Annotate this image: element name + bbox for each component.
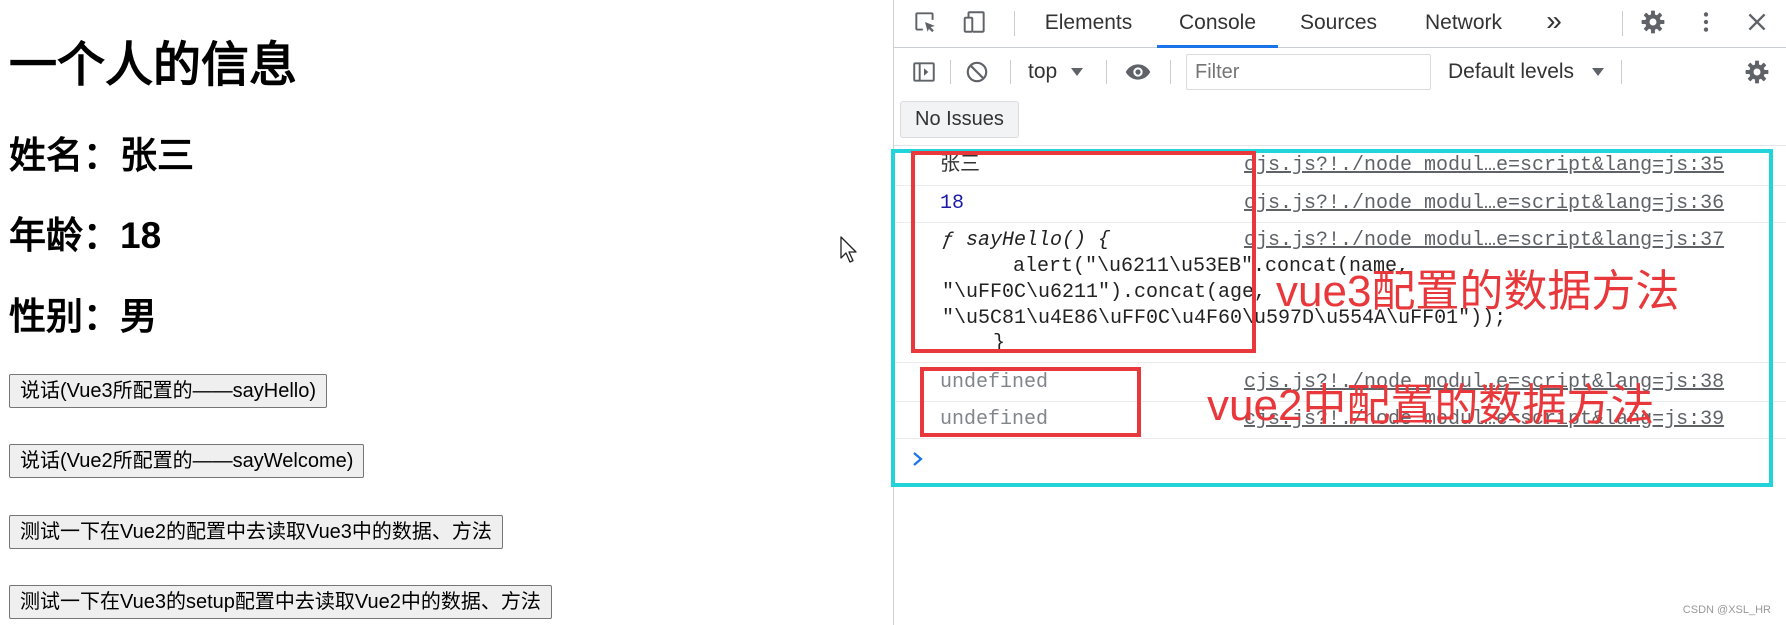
source-link[interactable]: cjs.js?!./node_modul…e=script&lang=js:36	[1244, 191, 1724, 217]
chevron-down-icon	[1071, 67, 1083, 77]
console-message-text: 张三	[940, 154, 980, 177]
console-message-text: 18	[940, 192, 965, 215]
toolbar-separator	[1106, 60, 1107, 84]
toolbar-separator	[1170, 60, 1171, 84]
field-value: 张三	[120, 135, 194, 176]
function-signature[interactable]: ƒ sayHello() {	[942, 228, 1110, 254]
web-page-content: 一个人的信息 姓名：张三 年龄：18 性别：男 说话(Vue3所配置的——say…	[0, 0, 893, 625]
devtools-panel: Elements Console Sources Network » top F…	[894, 0, 1786, 625]
console-messages: 张三 cjs.js?!./node_modul…e=script&lang=js…	[894, 146, 1786, 625]
console-message-row: ƒ sayHello() { alert("\u6211\u53EB".conc…	[894, 223, 1786, 363]
source-link[interactable]: cjs.js?!./node_modul…e=script&lang=js:35	[1244, 153, 1724, 179]
field-label: 姓名：	[9, 135, 120, 176]
console-message-text: undefined	[940, 371, 1049, 394]
console-message-row: undefined cjs.js?!./node_modul…e=script&…	[894, 363, 1786, 402]
field-label: 性别：	[9, 296, 120, 337]
context-selector[interactable]: top	[1022, 56, 1092, 88]
say-hello-vue3-button[interactable]: 说话(Vue3所配置的——sayHello)	[9, 374, 327, 408]
age-field: 年龄：18	[9, 215, 161, 257]
chevron-down-icon	[1592, 67, 1604, 77]
say-welcome-vue2-button[interactable]: 说话(Vue2所配置的——sayWelcome)	[9, 444, 365, 478]
test-vue2-read-vue3-button[interactable]: 测试一下在Vue2的配置中去读取Vue3中的数据、方法	[9, 515, 503, 549]
console-message-row: 张三 cjs.js?!./node_modul…e=script&lang=js…	[894, 146, 1786, 186]
gender-field: 性别：男	[9, 296, 157, 338]
field-value: 18	[120, 215, 162, 256]
clear-console-icon[interactable]	[964, 59, 990, 85]
tab-console[interactable]: Console	[1157, 0, 1278, 48]
tab-network[interactable]: Network	[1401, 0, 1526, 47]
page-heading: 一个人的信息	[9, 39, 298, 92]
sidebar-toggle-icon[interactable]	[911, 59, 937, 85]
console-message-row: 18 cjs.js?!./node_modul…e=script&lang=js…	[894, 186, 1786, 223]
field-label: 年龄：	[9, 215, 120, 256]
function-body-line: alert("\u6211\u53EB".concat(name,	[1013, 255, 1410, 278]
console-message-text: undefined	[940, 408, 1049, 431]
log-levels-dropdown[interactable]: Default levels	[1442, 56, 1612, 88]
live-expression-eye-icon[interactable]	[1124, 58, 1152, 86]
log-levels-label: Default levels	[1448, 60, 1575, 83]
prompt-chevron-icon	[912, 451, 924, 467]
settings-gear-icon[interactable]	[1640, 9, 1666, 35]
console-toolbar: top Default levels	[894, 48, 1786, 96]
issues-bar: No Issues	[894, 96, 1786, 146]
mouse-cursor-icon	[840, 236, 858, 263]
issues-button[interactable]: No Issues	[900, 101, 1019, 138]
tab-elements[interactable]: Elements	[1024, 0, 1153, 47]
inspect-element-icon[interactable]	[912, 9, 938, 35]
device-toolbar-icon[interactable]	[962, 9, 988, 35]
tab-sources[interactable]: Sources	[1280, 0, 1397, 47]
source-link[interactable]: cjs.js?!./node_modul…e=script&lang=js:38	[1244, 370, 1724, 396]
toolbar-separator	[950, 60, 951, 84]
field-value: 男	[120, 296, 157, 337]
context-selector-label: top	[1028, 60, 1058, 83]
devtools-main-toolbar: Elements Console Sources Network »	[894, 0, 1786, 48]
console-message-row: undefined cjs.js?!./node_modul…e=script&…	[894, 402, 1786, 439]
console-prompt[interactable]	[894, 439, 1786, 479]
watermark: CSDN @XSL_HR	[1682, 604, 1771, 616]
more-options-icon[interactable]	[1693, 9, 1719, 35]
function-body-line: "\uFF0C\u6211").concat(age,	[942, 281, 1267, 304]
function-body-line: }	[993, 332, 1006, 355]
function-body-line: "\u5C81\u4E86\uFF0C\u4F60\u597D\u554A\uF…	[942, 307, 1507, 330]
name-field: 姓名：张三	[9, 135, 194, 177]
console-settings-gear-icon[interactable]	[1744, 59, 1770, 85]
toolbar-separator	[1621, 60, 1622, 84]
toolbar-separator	[1014, 11, 1015, 36]
source-link[interactable]: cjs.js?!./node_modul…e=script&lang=js:39	[1244, 407, 1724, 433]
test-vue3-setup-read-vue2-button[interactable]: 测试一下在Vue3的setup配置中去读取Vue2中的数据、方法	[9, 585, 552, 619]
more-tabs-icon[interactable]: »	[1542, 0, 1566, 47]
console-filter-input[interactable]	[1186, 54, 1431, 90]
toolbar-separator	[1622, 11, 1623, 36]
toolbar-separator	[1010, 60, 1011, 84]
source-link[interactable]: cjs.js?!./node_modul…e=script&lang=js:37	[1244, 228, 1724, 254]
close-icon[interactable]	[1744, 9, 1770, 35]
